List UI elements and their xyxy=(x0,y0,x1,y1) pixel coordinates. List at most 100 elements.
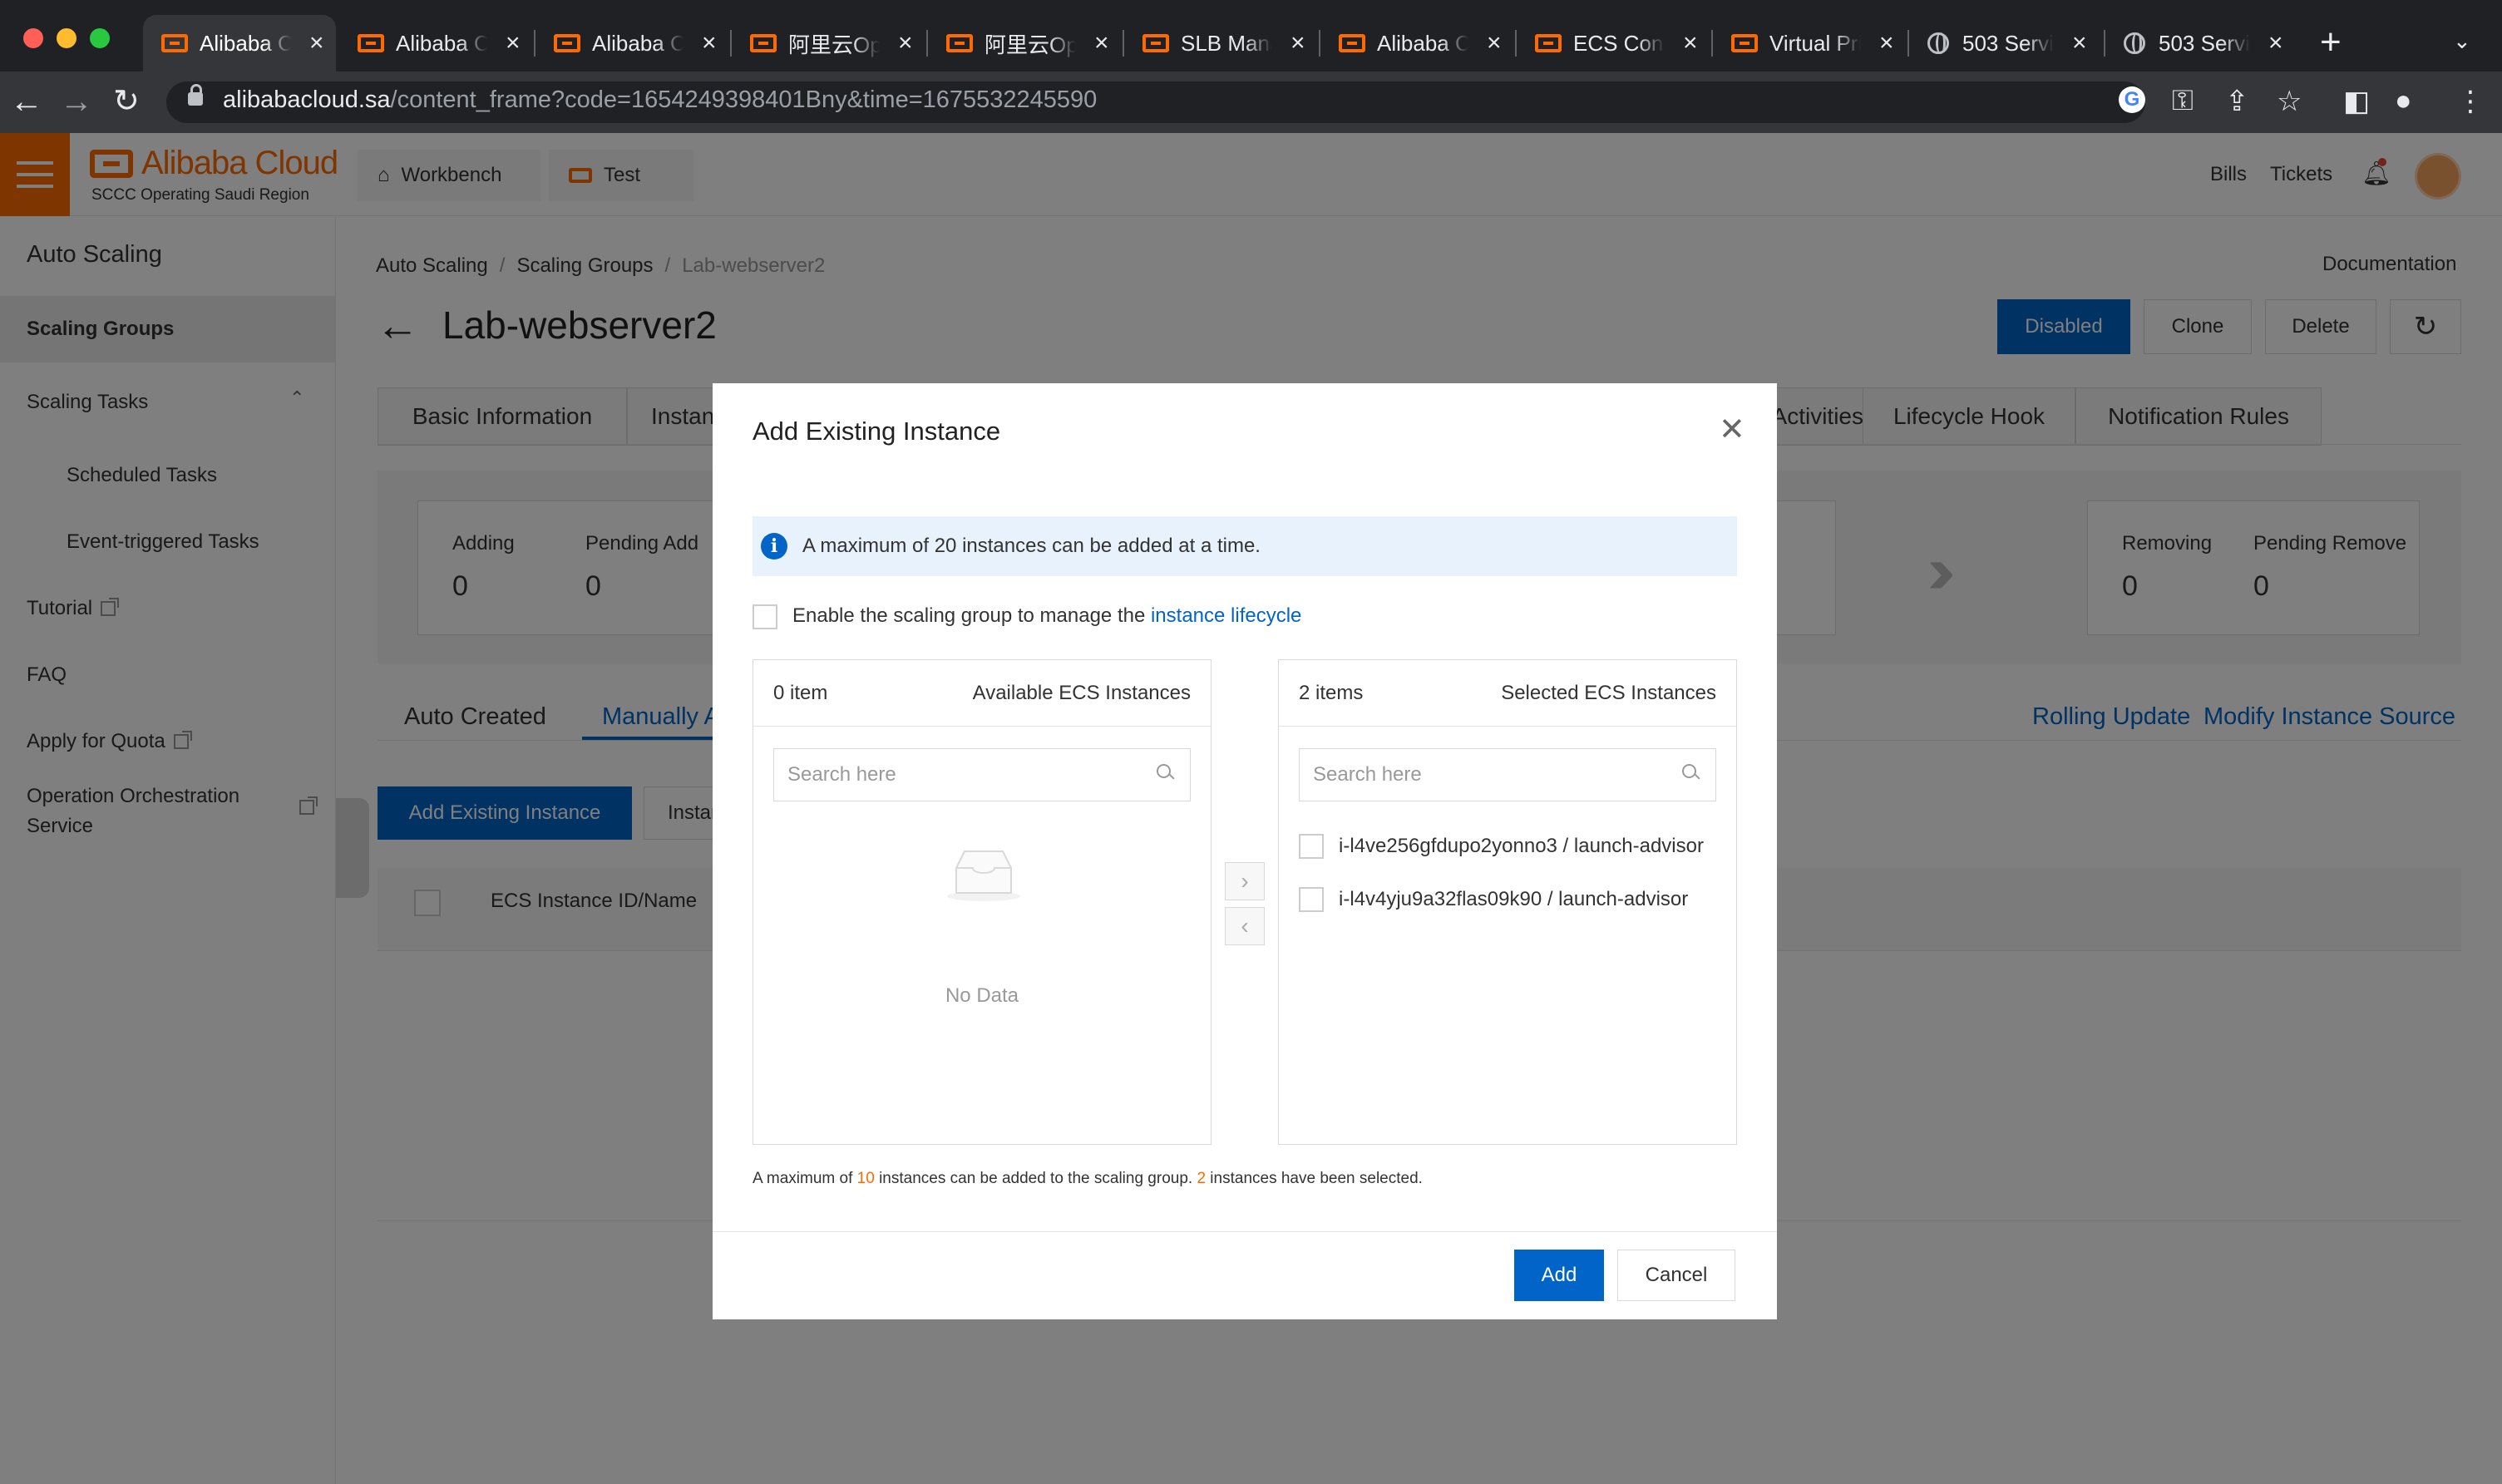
selection-footnote: A maximum of 10 instances can be added t… xyxy=(753,1170,1423,1188)
url-path: /content_frame?code=1654249398401Bny&tim… xyxy=(390,86,1098,113)
browser-tab[interactable]: Alibaba Cloud × xyxy=(535,15,728,71)
instance-label: i-l4ve256gfdupo2yonno3 / launch-advisor xyxy=(1339,835,1704,857)
alibaba-cloud-icon xyxy=(554,34,580,52)
tab-title: 503 Service xyxy=(2159,30,2250,56)
tab-title: 阿里云OpenAPI xyxy=(985,32,1076,57)
bookmark-star-icon[interactable]: ☆ xyxy=(2277,85,2302,118)
browser-tab[interactable]: SLB Management × xyxy=(1124,15,1317,71)
selected-search-box[interactable] xyxy=(1299,748,1716,801)
lock-icon[interactable] xyxy=(188,84,203,106)
browser-tab[interactable]: 503 Service × xyxy=(1909,15,2102,71)
instance-checkbox[interactable] xyxy=(1299,887,1324,912)
close-icon[interactable]: × xyxy=(2072,29,2087,57)
url-text[interactable]: alibabacloud.sa/content_frame?code=16542… xyxy=(223,86,1097,114)
move-left-chevron-icon[interactable]: ‹ xyxy=(1225,907,1265,945)
close-icon[interactable]: × xyxy=(702,29,717,57)
tab-title: SLB Management xyxy=(1181,30,1272,56)
alibaba-cloud-icon xyxy=(358,34,384,52)
profile-icon[interactable]: ● xyxy=(2395,85,2412,117)
footnote-text: A maximum of xyxy=(753,1170,857,1187)
more-menu-icon[interactable]: ⋮ xyxy=(2456,85,2485,118)
cancel-button[interactable]: Cancel xyxy=(1617,1250,1735,1301)
close-icon[interactable]: × xyxy=(1094,29,1109,57)
checkbox-label-text: Enable the scaling group to manage the xyxy=(792,604,1151,627)
tab-title: Alibaba Cloud xyxy=(592,30,683,56)
selected-count: 2 items xyxy=(1299,682,1364,704)
instance-checkbox[interactable] xyxy=(1299,834,1324,859)
window-zoom-button[interactable] xyxy=(90,28,110,48)
available-instances-panel: 0 item Available ECS Instances No Data xyxy=(753,659,1212,1145)
tab-title: ECS Console xyxy=(1573,30,1665,56)
instance-label: i-l4v4yju9a32flas09k90 / launch-advisor xyxy=(1339,888,1689,910)
alibaba-cloud-icon xyxy=(1339,34,1365,52)
instance-lifecycle-link[interactable]: instance lifecycle xyxy=(1151,604,1301,627)
new-tab-button[interactable]: + xyxy=(2320,22,2342,63)
list-item[interactable]: i-l4ve256gfdupo2yonno3 / launch-advisor xyxy=(1299,830,1723,863)
alibaba-cloud-icon xyxy=(750,34,777,52)
close-icon[interactable]: × xyxy=(1487,29,1502,57)
browser-tab[interactable]: ECS Console × xyxy=(1517,15,1710,71)
alibaba-cloud-icon xyxy=(946,34,973,52)
available-search-input[interactable] xyxy=(787,749,1137,801)
tab-title: Alibaba Cloud xyxy=(396,30,487,56)
forward-icon[interactable]: → xyxy=(60,83,93,120)
available-search-box[interactable] xyxy=(773,748,1191,801)
browser-tab[interactable]: Alibaba Cloud × xyxy=(339,15,532,71)
add-button[interactable]: Add xyxy=(1514,1250,1604,1301)
close-icon[interactable]: × xyxy=(2268,29,2283,57)
browser-tab[interactable]: Alibaba Cloud × xyxy=(1320,15,1513,71)
browser-tab[interactable]: 503 Service × xyxy=(2105,15,2298,71)
search-icon[interactable] xyxy=(1682,764,1700,782)
empty-inbox-icon xyxy=(947,850,1020,901)
panel-header: 2 items Selected ECS Instances xyxy=(1279,660,1736,727)
side-panel-icon[interactable]: ◧ xyxy=(2343,85,2370,118)
dialog-title: Add Existing Instance xyxy=(753,417,1001,446)
selected-instances-number: 2 xyxy=(1197,1170,1207,1187)
alibaba-cloud-icon xyxy=(161,34,188,52)
available-count: 0 item xyxy=(773,682,828,704)
alibaba-cloud-icon xyxy=(1731,34,1758,52)
key-icon[interactable]: ⚿ xyxy=(2172,85,2194,117)
selected-search-input[interactable] xyxy=(1313,749,1662,801)
url-host: alibabacloud.sa xyxy=(223,86,391,113)
selected-instances-panel: 2 items Selected ECS Instances i-l4ve256… xyxy=(1278,659,1737,1145)
globe-icon xyxy=(1927,32,1949,54)
browser-tab[interactable]: 阿里云OpenAPI × xyxy=(928,15,1121,71)
close-icon[interactable]: × xyxy=(506,29,521,57)
dialog-footer-divider xyxy=(713,1231,1777,1232)
window-close-button[interactable] xyxy=(23,28,43,48)
tab-title: 阿里云OpenAPI xyxy=(788,32,880,57)
share-icon[interactable]: ⇪ xyxy=(2225,85,2249,118)
close-icon[interactable]: × xyxy=(1683,29,1698,57)
selected-panel-title: Selected ECS Instances xyxy=(1501,682,1716,704)
list-item[interactable]: i-l4v4yju9a32flas09k90 / launch-advisor xyxy=(1299,883,1723,916)
manage-lifecycle-checkbox[interactable] xyxy=(753,604,777,629)
back-icon[interactable]: ← xyxy=(10,83,43,120)
tab-search-chevron-icon[interactable]: ⌄ xyxy=(2453,28,2471,54)
close-icon[interactable]: ✕ xyxy=(1719,413,1745,446)
panel-header: 0 item Available ECS Instances xyxy=(753,660,1211,727)
close-icon[interactable]: × xyxy=(309,29,324,57)
tab-title: 503 Service xyxy=(1962,30,2054,56)
close-icon[interactable]: × xyxy=(1879,29,1894,57)
info-icon: i xyxy=(761,533,787,560)
add-existing-instance-dialog: Add Existing Instance ✕ i A maximum of 2… xyxy=(713,383,1777,1319)
browser-tab[interactable]: Virtual Private Cloud × xyxy=(1713,15,1906,71)
info-text: A maximum of 20 instances can be added a… xyxy=(802,535,1261,557)
footnote-text: instances can be added to the scaling gr… xyxy=(874,1170,1197,1187)
google-icon[interactable]: G xyxy=(2119,86,2145,113)
alibaba-cloud-icon xyxy=(1535,34,1562,52)
move-right-chevron-icon[interactable]: › xyxy=(1225,862,1265,900)
search-icon[interactable] xyxy=(1157,764,1175,782)
tab-title: Alibaba Cloud xyxy=(200,30,291,56)
globe-icon xyxy=(2124,32,2145,54)
close-icon[interactable]: × xyxy=(898,29,913,57)
close-icon[interactable]: × xyxy=(1290,29,1305,57)
browser-tab[interactable]: 阿里云OpenAPI × xyxy=(732,15,925,71)
manage-lifecycle-label: Enable the scaling group to manage the i… xyxy=(792,604,1301,628)
alibaba-cloud-icon xyxy=(1142,34,1169,52)
window-minimize-button[interactable] xyxy=(57,28,76,48)
reload-icon[interactable]: ↻ xyxy=(113,83,140,120)
max-instances-number: 10 xyxy=(856,1170,875,1187)
browser-tab[interactable]: Alibaba Cloud × xyxy=(143,15,336,71)
